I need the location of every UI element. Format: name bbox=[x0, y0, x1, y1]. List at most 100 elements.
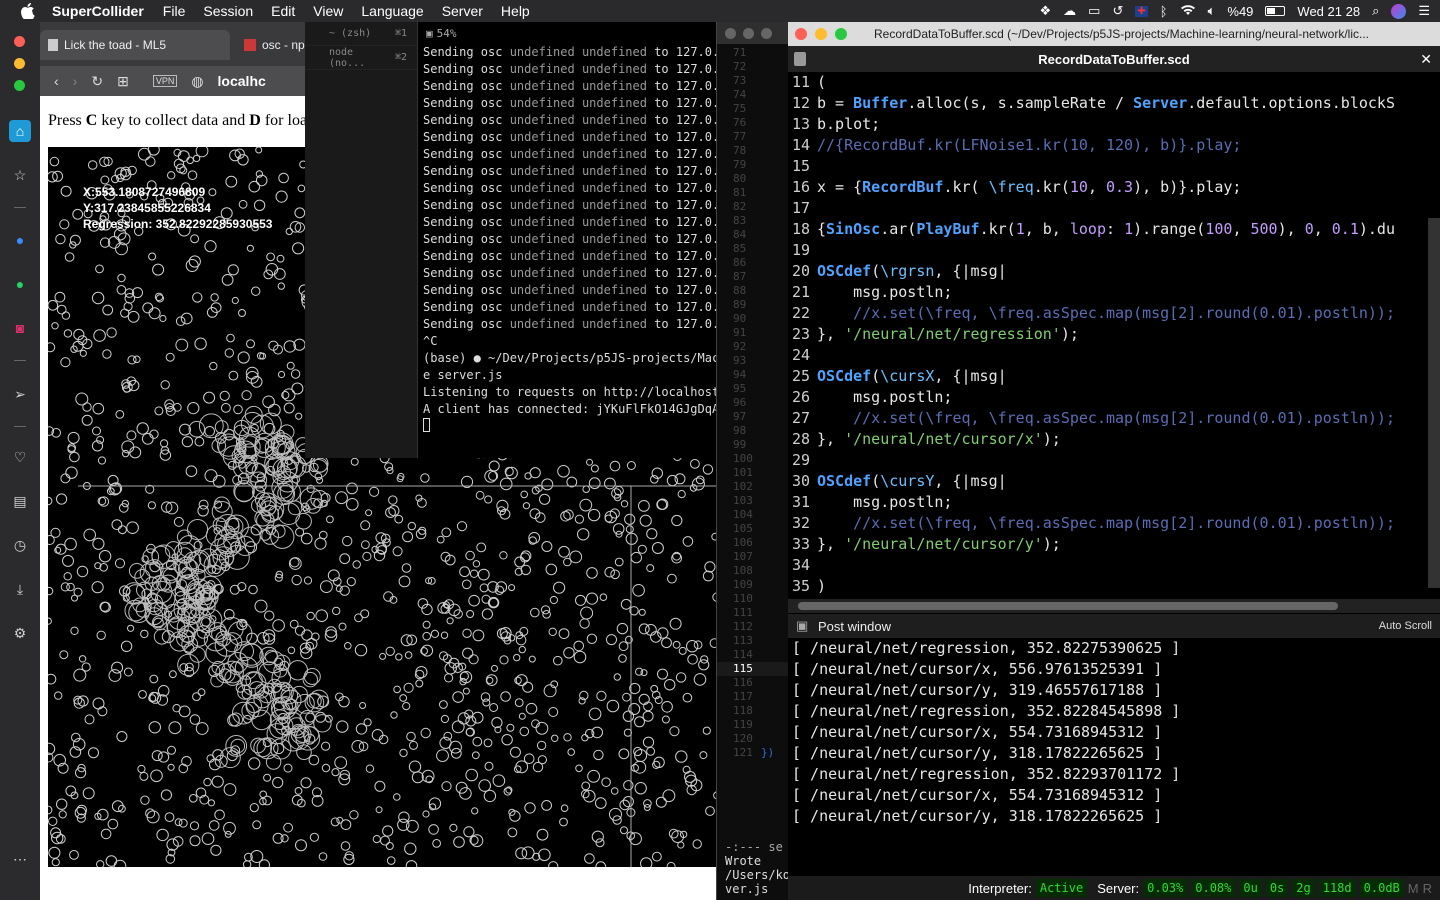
url-field[interactable]: localhc bbox=[218, 73, 266, 89]
server-groups[interactable]: 2g bbox=[1292, 879, 1315, 897]
cpu-usage: 54% bbox=[436, 26, 457, 40]
heart-icon[interactable]: ♡ bbox=[9, 446, 31, 468]
airplay-icon[interactable]: ▭ bbox=[1088, 3, 1100, 19]
server-peak-cpu[interactable]: 0.08% bbox=[1191, 879, 1236, 897]
notification-center-icon[interactable]: ☰ bbox=[1418, 3, 1430, 19]
dropbox-icon[interactable]: ❖ bbox=[1040, 3, 1052, 19]
menu-help[interactable]: Help bbox=[492, 3, 539, 19]
settings-icon[interactable]: ⚙ bbox=[9, 622, 31, 644]
code-line: 28}, '/neural/net/cursor/x'); bbox=[788, 429, 1440, 450]
terminal-line: Sending osc undefined undefined to 127.0… bbox=[418, 163, 720, 180]
line-number: 114 bbox=[733, 648, 753, 661]
line-number: 76 bbox=[733, 116, 747, 129]
forward-icon[interactable]: › bbox=[73, 73, 78, 89]
code-line: 34 bbox=[788, 555, 1440, 576]
minimize-window-icon[interactable] bbox=[815, 28, 827, 40]
send-args: undefined undefined bbox=[509, 96, 647, 110]
code-line: 20 OSCdef(\rgrsn, {|msg| bbox=[788, 261, 1440, 282]
zoom-window-icon[interactable] bbox=[14, 80, 25, 91]
spotlight-icon[interactable]: ⌕ bbox=[1372, 3, 1379, 19]
instagram-icon[interactable]: ◙ bbox=[9, 317, 31, 339]
scrollbar-thumb[interactable] bbox=[798, 602, 1338, 610]
line-number: 106 bbox=[733, 536, 753, 549]
news-icon[interactable]: ▤ bbox=[9, 490, 31, 512]
line-number: 75 bbox=[733, 102, 747, 115]
instruction-text: Press bbox=[48, 112, 86, 129]
volume-icon[interactable]: 🔈︎ bbox=[1208, 3, 1216, 19]
code-text: //x.set(\freq, \freq.asSpec.map(msg[2].r… bbox=[817, 409, 1395, 427]
close-window-icon[interactable] bbox=[725, 27, 736, 39]
clock[interactable]: Wed 21 28 bbox=[1297, 4, 1360, 19]
record-button[interactable]: R bbox=[1423, 881, 1432, 896]
server-avg-cpu[interactable]: 0.03% bbox=[1143, 879, 1188, 897]
send-icon[interactable]: ➢ bbox=[9, 383, 31, 405]
send-target: to 127.0.0 bbox=[646, 113, 720, 127]
reload-icon[interactable]: ↻ bbox=[91, 73, 103, 90]
terminal-output[interactable]: ▣ 54% Sending osc undefined undefined to … bbox=[418, 22, 720, 458]
server-volume[interactable]: 0.0dB bbox=[1359, 879, 1404, 897]
menu-edit[interactable]: Edit bbox=[262, 3, 304, 19]
send-text: Sending osc bbox=[423, 232, 510, 246]
wifi-icon[interactable] bbox=[1180, 4, 1196, 19]
menu-language[interactable]: Language bbox=[352, 3, 432, 19]
server-synths[interactable]: 0s bbox=[1265, 879, 1289, 897]
close-tab-icon[interactable]: ✕ bbox=[1420, 51, 1432, 68]
post-window[interactable]: [ /neural/net/regression, 352.8227539062… bbox=[788, 638, 1440, 874]
minimize-window-icon[interactable] bbox=[743, 27, 754, 39]
tab-osc[interactable]: osc - np bbox=[236, 30, 316, 60]
more-icon[interactable]: ⋯ bbox=[9, 848, 31, 870]
document-tab[interactable]: RecordDataToBuffer.scd bbox=[788, 52, 1440, 67]
bluetooth-icon[interactable]: ᛒ bbox=[1160, 4, 1168, 19]
mute-button[interactable]: M bbox=[1408, 881, 1419, 896]
home-icon[interactable]: ⌂ bbox=[9, 120, 31, 142]
menu-server[interactable]: Server bbox=[433, 3, 492, 19]
cloud-icon[interactable]: ☁ bbox=[1063, 3, 1076, 19]
tab-lick-the-toad[interactable]: Lick the toad - ML5 bbox=[40, 30, 230, 60]
horizontal-scrollbar[interactable] bbox=[788, 599, 1440, 613]
interpreter-status[interactable]: Active bbox=[1035, 879, 1088, 897]
siri-icon[interactable] bbox=[1391, 3, 1407, 19]
terminal-tab-zsh[interactable]: ~ (zsh) ⌘1 bbox=[305, 22, 417, 46]
code-line: 16 x = {RecordBuf.kr( \freq.kr(10, 0.3), … bbox=[788, 177, 1440, 198]
npm-icon bbox=[244, 39, 256, 51]
battery-icon[interactable] bbox=[1265, 6, 1286, 16]
line-number: 84 bbox=[733, 228, 747, 241]
line-number: 93 bbox=[733, 354, 747, 367]
interpreter-label: Interpreter: bbox=[968, 880, 1032, 896]
whatsapp-icon[interactable]: ● bbox=[9, 273, 31, 295]
messenger-icon[interactable]: ● bbox=[9, 229, 31, 251]
close-window-icon[interactable] bbox=[795, 28, 807, 40]
supercollider-ide: RecordDataToBuffer.scd (~/Dev/Projects/p… bbox=[788, 22, 1440, 900]
zoom-window-icon[interactable] bbox=[761, 27, 772, 39]
send-text: Sending osc bbox=[423, 249, 510, 263]
code-line: 32 //x.set(\freq, \freq.asSpec.map(msg[2… bbox=[788, 513, 1440, 534]
code-editor[interactable]: 11 (12 b = Buffer.alloc(s, s.sampleRate / … bbox=[788, 72, 1440, 600]
menu-session[interactable]: Session bbox=[194, 3, 262, 19]
flag-icon[interactable]: ✚ bbox=[1135, 5, 1148, 17]
vpn-badge[interactable]: VPN bbox=[152, 75, 178, 87]
close-window-icon[interactable] bbox=[14, 36, 25, 47]
history-icon[interactable]: ◷ bbox=[9, 534, 31, 556]
menu-file[interactable]: File bbox=[154, 3, 195, 19]
server-ugens[interactable]: 0u bbox=[1239, 879, 1262, 897]
star-icon[interactable]: ☆ bbox=[9, 164, 31, 186]
line-number: 121 bbox=[733, 746, 753, 759]
code-line-number: 23 bbox=[791, 325, 810, 343]
apple-icon[interactable] bbox=[18, 1, 38, 21]
zoom-window-icon[interactable] bbox=[835, 28, 847, 40]
tabs-grid-icon[interactable]: ⊞ bbox=[117, 73, 129, 90]
minimize-window-icon[interactable] bbox=[14, 58, 25, 69]
menu-app-name[interactable]: SuperCollider bbox=[38, 3, 154, 19]
back-icon[interactable]: ‹ bbox=[54, 73, 59, 89]
menu-view[interactable]: View bbox=[304, 3, 352, 19]
auto-scroll-button[interactable]: Auto Scroll bbox=[1379, 620, 1432, 632]
downloads-icon[interactable]: ⤓ bbox=[9, 578, 31, 600]
editor-scrollbar[interactable] bbox=[1428, 218, 1440, 588]
code-line-number: 16 bbox=[791, 178, 810, 196]
server-synthdefs[interactable]: 118d bbox=[1318, 879, 1356, 897]
send-text: Sending osc bbox=[423, 300, 510, 314]
code-line-number: 26 bbox=[791, 388, 810, 406]
terminal-line: e server.js bbox=[423, 368, 503, 382]
time-machine-icon[interactable]: ↺ bbox=[1112, 3, 1123, 19]
terminal-tab-node[interactable]: node (no... ⌘2 bbox=[305, 46, 417, 70]
